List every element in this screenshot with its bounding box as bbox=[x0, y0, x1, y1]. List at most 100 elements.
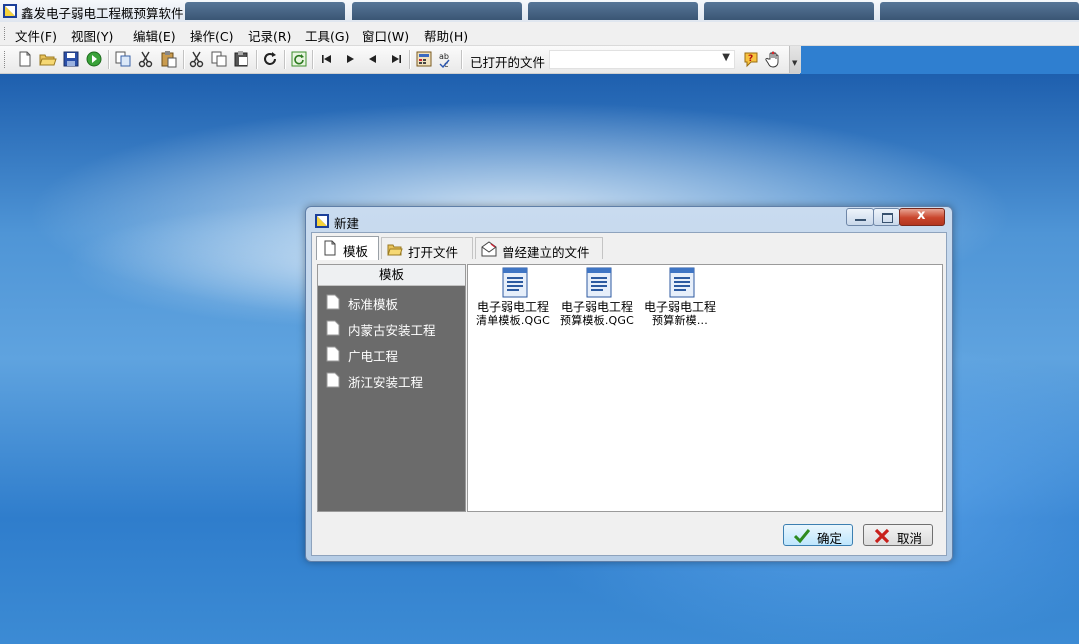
close-icon: x bbox=[917, 208, 926, 223]
first-record-icon[interactable] bbox=[318, 50, 336, 68]
dialog-body: 模板 打开文件 曾经建立的文件 模板 标准模板 内蒙古安装工程 广电工程 浙江安… bbox=[311, 232, 947, 556]
menu-edit[interactable]: 编辑(E) bbox=[133, 26, 176, 45]
minimize-icon bbox=[855, 219, 866, 221]
toolbar-separator bbox=[256, 50, 258, 69]
template-category-panel: 模板 标准模板 内蒙古安装工程 广电工程 浙江安装工程 bbox=[317, 264, 466, 512]
history-file-icon bbox=[481, 241, 497, 257]
cut-icon[interactable] bbox=[137, 50, 155, 68]
background-tab bbox=[528, 2, 698, 20]
menu-grip[interactable] bbox=[4, 27, 8, 40]
cross-icon bbox=[874, 528, 890, 544]
cancel-button[interactable]: 取消 bbox=[863, 524, 933, 546]
tab-history-files[interactable]: 曾经建立的文件 bbox=[475, 237, 603, 260]
toolbar-overflow-button[interactable]: ▼ bbox=[789, 46, 801, 73]
template-document-icon bbox=[500, 267, 530, 299]
file-name-line1: 电子弱电工程 bbox=[560, 300, 633, 314]
window-title-bar: 鑫发电子弱电工程概预算软件 bbox=[0, 0, 1079, 23]
paste-icon[interactable] bbox=[160, 50, 178, 68]
template-document-icon bbox=[584, 267, 614, 299]
dialog-app-icon bbox=[315, 214, 329, 228]
menu-help[interactable]: 帮助(H) bbox=[424, 26, 468, 45]
cut-icon-2[interactable] bbox=[188, 50, 206, 68]
menu-tools[interactable]: 工具(G) bbox=[305, 26, 349, 45]
template-category-label: 内蒙古安装工程 bbox=[348, 323, 436, 338]
run-icon[interactable] bbox=[85, 50, 103, 68]
menu-view[interactable]: 视图(Y) bbox=[71, 26, 113, 45]
dialog-title: 新建 bbox=[334, 216, 360, 231]
tab-open-file[interactable]: 打开文件 bbox=[381, 237, 473, 260]
tab-label: 模板 bbox=[343, 244, 369, 259]
background-tab bbox=[352, 2, 522, 20]
overflow-arrow-icon: ▼ bbox=[792, 59, 798, 67]
file-name-line2: 预算新模... bbox=[652, 314, 708, 327]
spellcheck-icon[interactable]: ab c bbox=[438, 50, 456, 68]
background-tab bbox=[704, 2, 874, 20]
new-file-dialog: 新建 x 模板 打开文件 曾经建立的文件 模板 标准模板 内蒙古安装工程 广电工… bbox=[305, 206, 953, 562]
menu-bar: 文件(F) 视图(Y) 编辑(E) 操作(C) 记录(R) 工具(G) 窗口(W… bbox=[0, 22, 1079, 46]
help-icon[interactable]: ? bbox=[742, 50, 760, 68]
app-title: 鑫发电子弱电工程概预算软件 bbox=[21, 6, 184, 21]
menu-file[interactable]: 文件(F) bbox=[15, 26, 57, 45]
open-folder-icon bbox=[387, 241, 403, 257]
file-name-line1: 电子弱电工程 bbox=[476, 300, 549, 314]
toolbar-separator bbox=[312, 50, 314, 69]
template-file-list: 电子弱电工程 清单模板.QGC 电子弱电工程 预算模板.QGC 电子弱电工程 预… bbox=[467, 264, 943, 512]
menu-window[interactable]: 窗口(W) bbox=[362, 26, 409, 45]
ok-button-label: 确定 bbox=[817, 531, 843, 546]
template-category-label: 广电工程 bbox=[348, 349, 399, 364]
prev-record-icon[interactable] bbox=[364, 50, 382, 68]
template-panel-header: 模板 bbox=[318, 265, 465, 286]
file-name-line1: 电子弱电工程 bbox=[643, 300, 716, 314]
template-category-label: 标准模板 bbox=[348, 297, 399, 312]
maximize-icon bbox=[882, 213, 893, 223]
toolbar-separator bbox=[284, 50, 286, 69]
maximize-button[interactable] bbox=[873, 208, 900, 226]
cancel-button-label: 取消 bbox=[897, 531, 923, 546]
toolbar-separator bbox=[183, 50, 185, 69]
toolbar-grip[interactable] bbox=[4, 51, 8, 68]
template-category-label: 浙江安装工程 bbox=[348, 375, 424, 390]
open-files-label: 已打开的文件 bbox=[470, 55, 546, 70]
last-record-icon[interactable] bbox=[387, 50, 405, 68]
svg-text:?: ? bbox=[748, 54, 753, 64]
toolbar-separator bbox=[108, 50, 110, 69]
template-file-item[interactable]: 电子弱电工程 预算模板.QGC bbox=[556, 267, 636, 329]
copy-icon[interactable] bbox=[210, 50, 228, 68]
toolbar-separator bbox=[461, 50, 463, 69]
save-icon[interactable] bbox=[62, 50, 80, 68]
refresh-icon[interactable] bbox=[290, 50, 308, 68]
file-name-line2: 清单模板.QGC bbox=[476, 314, 550, 327]
ok-button[interactable]: 确定 bbox=[783, 524, 853, 546]
chevron-down-icon[interactable]: ▼ bbox=[722, 52, 730, 63]
new-file-icon[interactable] bbox=[16, 50, 34, 68]
tab-label: 曾经建立的文件 bbox=[502, 245, 590, 260]
background-tab bbox=[185, 2, 345, 20]
template-file-item[interactable]: 电子弱电工程 清单模板.QGC bbox=[472, 267, 552, 329]
hand-icon[interactable] bbox=[765, 50, 783, 68]
copy-page-icon[interactable] bbox=[114, 50, 132, 68]
app-icon bbox=[3, 4, 17, 18]
redo-icon[interactable] bbox=[262, 50, 280, 68]
document-icon bbox=[326, 372, 340, 388]
tab-templates[interactable]: 模板 bbox=[316, 236, 379, 260]
tab-label: 打开文件 bbox=[408, 245, 459, 260]
paste-icon-2[interactable] bbox=[233, 50, 251, 68]
toolbar-separator bbox=[409, 50, 411, 69]
background-tab bbox=[880, 2, 1079, 20]
checkmark-icon bbox=[793, 528, 811, 544]
open-folder-icon[interactable] bbox=[39, 50, 57, 68]
menu-operate[interactable]: 操作(C) bbox=[190, 26, 233, 45]
toolbar: ab c 已打开的文件 ▼ ? ▼ bbox=[0, 46, 801, 74]
document-icon bbox=[326, 294, 340, 310]
next-record-icon[interactable] bbox=[341, 50, 359, 68]
template-file-item[interactable]: 电子弱电工程 预算新模... bbox=[639, 267, 719, 329]
document-icon bbox=[326, 320, 340, 336]
document-icon bbox=[326, 346, 340, 362]
template-document-icon bbox=[667, 267, 697, 299]
page-icon bbox=[322, 240, 338, 256]
minimize-button[interactable] bbox=[846, 208, 874, 226]
close-button[interactable]: x bbox=[899, 208, 945, 226]
open-files-dropdown[interactable]: ▼ bbox=[549, 50, 735, 69]
calculator-icon[interactable] bbox=[415, 50, 433, 68]
menu-record[interactable]: 记录(R) bbox=[248, 26, 291, 45]
